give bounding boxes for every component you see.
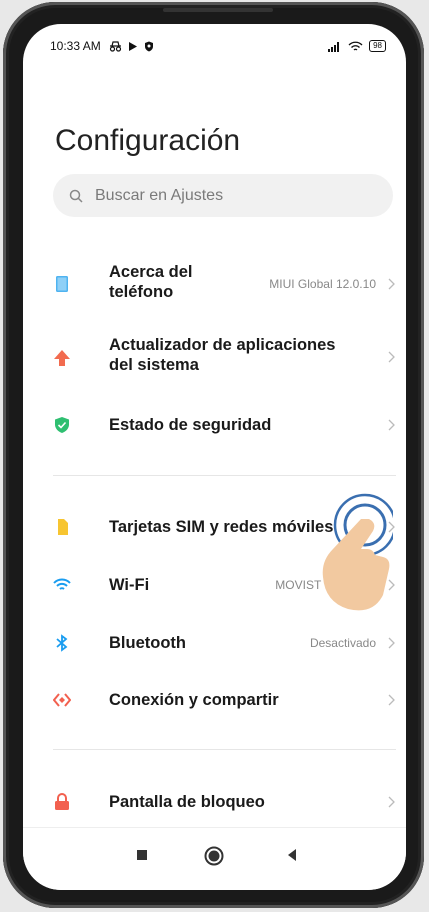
navigation-bar — [23, 827, 406, 890]
section-divider — [53, 475, 396, 476]
search-icon — [69, 189, 83, 203]
settings-item-label: Bluetooth — [109, 634, 186, 652]
phone-frame: 10:33 AM 98 Configuración Buscar en Ajus… — [3, 2, 424, 908]
settings-item-lock-screen[interactable]: Pantalla de bloqueo — [23, 779, 406, 825]
settings-item-system-app-updater[interactable]: Actualizador de aplicaciones del sistema — [23, 329, 406, 385]
settings-item-about-phone[interactable]: Acerca del teléfono MIUI Global 12.0.10 — [23, 256, 406, 312]
status-bar: 10:33 AM 98 — [50, 36, 386, 56]
speaker-grille — [163, 8, 273, 12]
bluetooth-icon — [56, 634, 68, 652]
chevron-right-icon — [388, 278, 395, 290]
signal-icon — [328, 41, 340, 52]
screen: 10:33 AM 98 Configuración Buscar en Ajus… — [23, 24, 406, 890]
home-button[interactable] — [203, 845, 225, 867]
chevron-right-icon — [388, 694, 395, 706]
chevron-right-icon — [388, 637, 395, 649]
settings-item-label: Acerca del teléfono — [109, 263, 193, 301]
settings-item-label: Wi-Fi — [109, 576, 150, 594]
settings-item-value: Desactivado — [309, 636, 376, 650]
phone-icon — [56, 276, 68, 292]
settings-item-connection-sharing[interactable]: Conexión y compartir — [23, 677, 406, 723]
settings-item-bluetooth[interactable]: Bluetooth Desactivado — [23, 620, 406, 666]
back-button[interactable] — [285, 848, 299, 862]
recents-button[interactable] — [135, 848, 149, 862]
status-time: 10:33 AM — [50, 39, 101, 53]
chevron-right-icon — [388, 351, 395, 363]
sim-card-icon — [58, 519, 68, 535]
chevron-right-icon — [388, 419, 395, 431]
incognito-icon — [109, 40, 121, 52]
chevron-right-icon — [388, 796, 395, 808]
wifi-status-icon — [348, 41, 363, 51]
search-input[interactable]: Buscar en Ajustes — [53, 174, 393, 217]
share-icon — [53, 693, 71, 707]
settings-item-label: Conexión y compartir — [109, 691, 279, 709]
lock-icon — [55, 793, 69, 810]
settings-item-value: MIUI Global 12.0.10 — [269, 277, 376, 291]
arrow-up-icon — [54, 350, 70, 366]
tap-gesture-indicator — [322, 493, 393, 611]
settings-item-label: Actualizador de aplicaciones del sistema — [109, 336, 336, 374]
battery-icon: 98 — [369, 40, 386, 52]
settings-item-security-status[interactable]: Estado de seguridad — [23, 402, 406, 448]
page-title: Configuración — [55, 124, 241, 157]
settings-item-label: Pantalla de bloqueo — [109, 793, 265, 811]
wifi-icon — [53, 578, 71, 590]
settings-item-label: Tarjetas SIM y redes móviles — [109, 518, 334, 536]
shield-check-icon — [55, 417, 69, 433]
search-placeholder: Buscar en Ajustes — [95, 186, 224, 204]
section-divider — [53, 749, 396, 750]
shield-icon — [144, 41, 153, 51]
settings-item-label: Estado de seguridad — [109, 416, 272, 434]
play-store-icon — [128, 41, 137, 51]
